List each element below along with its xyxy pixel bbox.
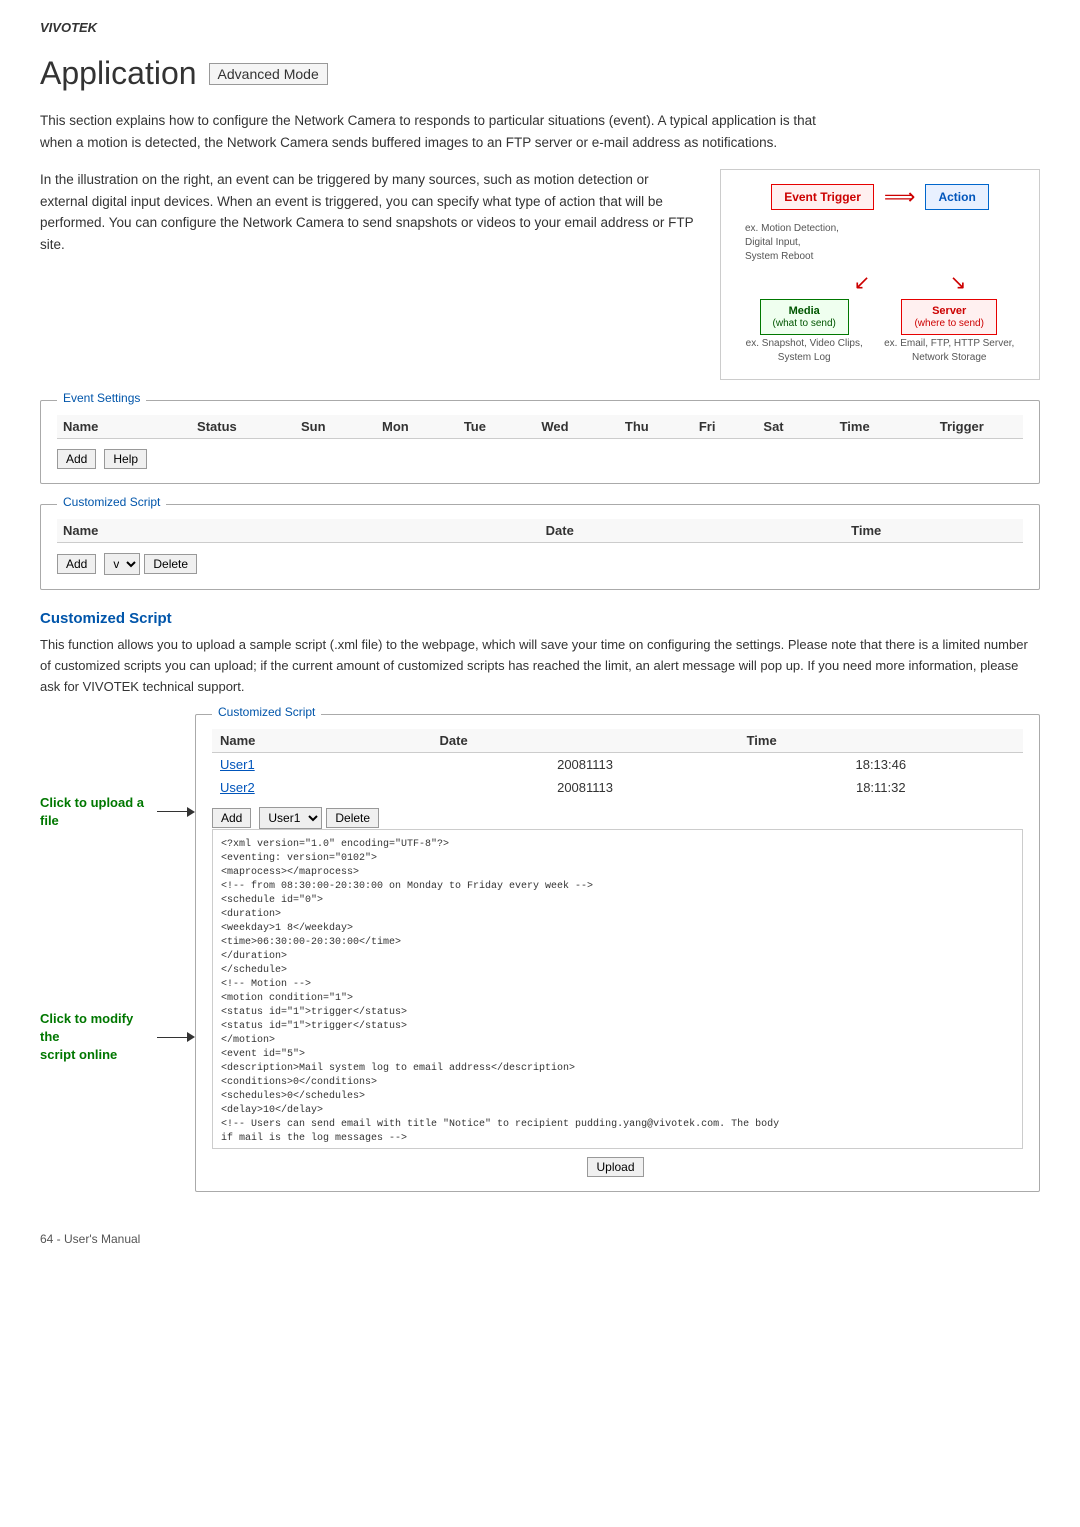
user1-name-cell: User1 (212, 752, 432, 776)
cst-btn-row: Add User1 Delete (212, 807, 1023, 829)
user2-name-cell: User2 (212, 776, 432, 799)
user1-time-cell: 18:13:46 (739, 752, 1023, 776)
event-trigger-item: Event Trigger (771, 184, 874, 210)
footer-text: 64 - User's Manual (40, 1232, 1040, 1246)
event-settings-panel-title: Event Settings (57, 391, 146, 405)
bottom-items-row: Media(what to send) ex. Snapshot, Video … (735, 299, 1025, 365)
media-box: Media(what to send) (760, 299, 849, 335)
custom-table-header-row: Name Date Time (57, 519, 1023, 543)
diagram-sub-row: ex. Motion Detection,Digital Input,Syste… (735, 220, 1025, 264)
col-cs-time: Time (709, 519, 1023, 543)
cst-table-body: User1 20081113 18:13:46 User2 20081113 1… (212, 752, 1023, 799)
intro-paragraph-1: This section explains how to configure t… (40, 110, 820, 153)
ex-media-text: ex. Snapshot, Video Clips,System Log (746, 337, 863, 365)
event-add-button[interactable]: Add (57, 449, 96, 469)
xml-code-area[interactable]: <?xml version="1.0" encoding="UTF-8"?> <… (212, 829, 1023, 1149)
cst-col-time: Time (739, 729, 1023, 753)
col-wed: Wed (512, 415, 598, 439)
intro-paragraph-2: In the illustration on the right, an eve… (40, 169, 700, 380)
script-block-outer: Customized Script Name Date Time User1 2… (195, 714, 1040, 1212)
event-diagram: Event Trigger ⟹ Action ex. Motion Detect… (720, 169, 1040, 380)
customized-script-body: This function allows you to upload a sam… (40, 635, 1040, 697)
cst-user-dropdown[interactable]: User1 (259, 807, 322, 829)
col-mon: Mon (353, 415, 437, 439)
user1-link[interactable]: User1 (220, 757, 255, 772)
bottom-script-section: Click to upload a file Click to modify t… (40, 714, 1040, 1212)
event-table-header-row: Name Status Sun Mon Tue Wed Thu Fri Sat … (57, 415, 1023, 439)
table-row: User2 20081113 18:11:32 (212, 776, 1023, 799)
event-buttons: Add Help (57, 449, 1023, 469)
arrow-area: ⟹ (884, 184, 916, 210)
col-cs-date: Date (410, 519, 709, 543)
down-arrow-left-icon: ↙ (854, 270, 871, 295)
advanced-mode-badge[interactable]: Advanced Mode (209, 63, 328, 85)
customized-script-outer-title: Customized Script (212, 705, 321, 719)
click-modify-label: Click to modify thescript online (40, 1010, 153, 1065)
col-fri: Fri (676, 415, 738, 439)
cs-add-button[interactable]: Add (57, 554, 96, 574)
user2-time-cell: 18:11:32 (739, 776, 1023, 799)
cs-delete-button[interactable]: Delete (144, 554, 197, 574)
user2-link[interactable]: User2 (220, 780, 255, 795)
col-sat: Sat (738, 415, 808, 439)
col-time: Time (809, 415, 901, 439)
col-sun: Sun (273, 415, 353, 439)
customized-script-heading: Customized Script (40, 610, 1040, 627)
ex-server-text: ex. Email, FTP, HTTP Server,Network Stor… (884, 337, 1014, 365)
arrow-right-icon: ⟹ (884, 184, 916, 210)
left-labels: Click to upload a file Click to modify t… (40, 714, 195, 1212)
diagram-row1: Event Trigger ⟹ Action (735, 184, 1025, 210)
cst-add-button[interactable]: Add (212, 808, 251, 828)
col-tue: Tue (438, 415, 513, 439)
media-item: Media(what to send) ex. Snapshot, Video … (746, 299, 863, 365)
user2-date-cell: 20081113 (432, 776, 739, 799)
cst-header-row: Name Date Time (212, 729, 1023, 753)
page-title: Application (40, 55, 197, 92)
event-settings-table: Name Status Sun Mon Tue Wed Thu Fri Sat … (57, 415, 1023, 439)
col-status: Status (160, 415, 273, 439)
col-name: Name (57, 415, 160, 439)
down-arrow-right-icon: ↘ (950, 270, 967, 295)
two-col-section: In the illustration on the right, an eve… (40, 169, 1040, 380)
customized-script-data-table: Name Date Time User1 20081113 18:13:46 U… (212, 729, 1023, 799)
col-cs-name: Name (57, 519, 410, 543)
upload-btn-row: Upload (212, 1157, 1023, 1177)
server-box: Server(where to send) (901, 299, 996, 335)
customized-script-panel-title: Customized Script (57, 495, 166, 509)
server-item: Server(where to send) ex. Email, FTP, HT… (884, 299, 1014, 365)
customized-script-outer-panel: Customized Script Name Date Time User1 2… (195, 714, 1040, 1192)
event-help-button[interactable]: Help (104, 449, 147, 469)
col-thu: Thu (598, 415, 676, 439)
customized-script-panel: Customized Script Name Date Time Add v D… (40, 504, 1040, 590)
event-settings-panel: Event Settings Name Status Sun Mon Tue W… (40, 400, 1040, 484)
page-title-row: Application Advanced Mode (40, 55, 1040, 92)
modify-arrow (157, 1032, 195, 1042)
customized-script-table-small: Name Date Time (57, 519, 1023, 543)
cs-dropdown[interactable]: v (104, 553, 140, 575)
upload-arrow (157, 807, 195, 817)
brand-label: VIVOTEK (40, 20, 1040, 35)
click-upload-row: Click to upload a file (40, 794, 195, 830)
action-box: Action (925, 184, 988, 210)
col-trigger: Trigger (901, 415, 1023, 439)
action-item: Action (925, 184, 988, 210)
cst-col-name: Name (212, 729, 432, 753)
down-arrows: ↙ ↘ (764, 270, 996, 295)
cst-col-date: Date (432, 729, 739, 753)
ex-trigger-text: ex. Motion Detection,Digital Input,Syste… (745, 222, 839, 264)
click-modify-row: Click to modify thescript online (40, 1010, 195, 1065)
customized-script-buttons: Add v Delete (57, 553, 1023, 575)
event-trigger-box: Event Trigger (771, 184, 874, 210)
cst-delete-button[interactable]: Delete (326, 808, 379, 828)
click-upload-label: Click to upload a file (40, 794, 153, 830)
table-row: User1 20081113 18:13:46 (212, 752, 1023, 776)
user1-date-cell: 20081113 (432, 752, 739, 776)
upload-button[interactable]: Upload (587, 1157, 643, 1177)
